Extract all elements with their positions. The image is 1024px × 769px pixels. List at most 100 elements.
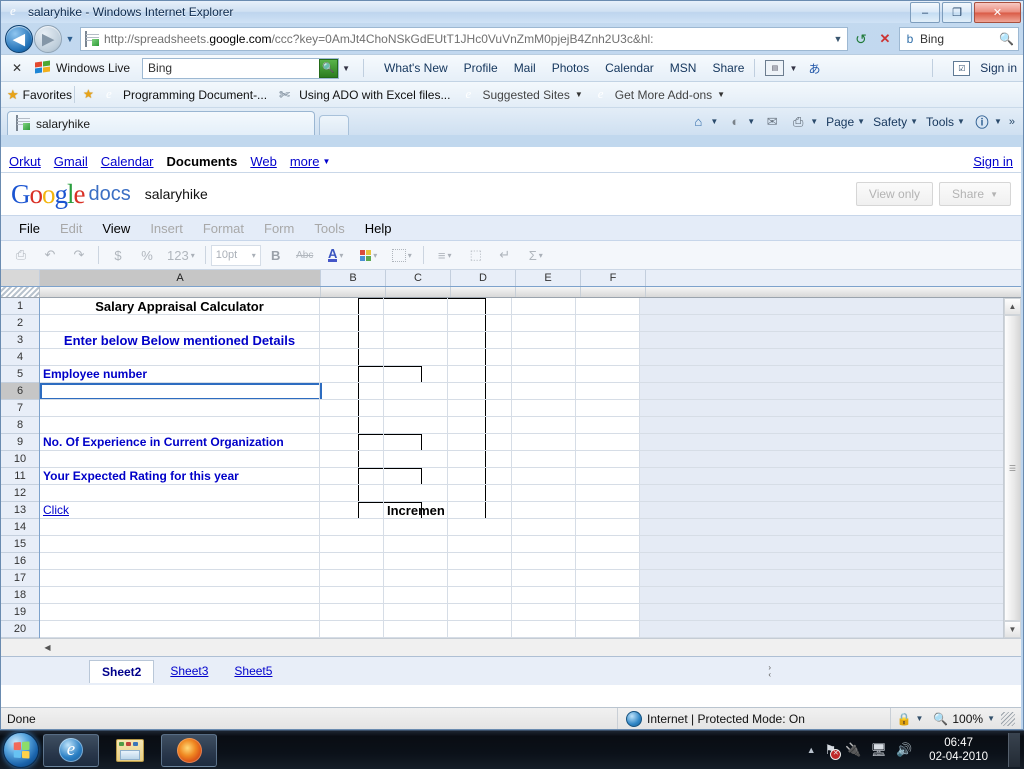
- search-icon[interactable]: 🔍: [999, 32, 1018, 46]
- currency-format-icon[interactable]: $: [104, 244, 132, 266]
- grid-cell-D17[interactable]: [448, 570, 512, 587]
- menu-help[interactable]: Help: [355, 221, 402, 236]
- grid-cell-E3[interactable]: [512, 332, 576, 349]
- forward-button[interactable]: ▶: [34, 25, 62, 53]
- close-button[interactable]: ✕: [974, 2, 1021, 23]
- zoom-control[interactable]: 🔒 ▼ 🔍 100% ▼: [889, 708, 1021, 729]
- font-size-selector[interactable]: 10pt ▾: [210, 244, 261, 266]
- grid-cell-B2[interactable]: [320, 315, 384, 332]
- grid-cell-D6[interactable]: [448, 383, 512, 400]
- grid-cell-B1[interactable]: [320, 298, 384, 315]
- live-link-calendar[interactable]: Calendar: [605, 61, 654, 75]
- chevron-down-icon[interactable]: ▼: [957, 117, 965, 126]
- column-header-b[interactable]: B: [321, 270, 386, 286]
- grid-cell-E12[interactable]: [512, 485, 576, 502]
- grid-cell-D3[interactable]: [448, 332, 512, 349]
- grid-cell-A3[interactable]: Enter below Below mentioned Details: [40, 332, 320, 349]
- grid-cell-D7[interactable]: [448, 400, 512, 417]
- chevron-down-icon[interactable]: ▼: [910, 117, 918, 126]
- grid-cell-B20[interactable]: [320, 621, 384, 638]
- grid-cell-C15[interactable]: [384, 536, 448, 553]
- grid-cell-E6[interactable]: [512, 383, 576, 400]
- page-menu-button[interactable]: Page ▼: [823, 111, 868, 133]
- resize-handle-e[interactable]: [516, 287, 581, 297]
- grid-cell-A6[interactable]: [40, 383, 320, 400]
- grid-cell-F15[interactable]: [576, 536, 640, 553]
- grid-cell-A1[interactable]: Salary Appraisal Calculator: [40, 298, 320, 315]
- grid-cell-D5[interactable]: [448, 366, 512, 383]
- grid-cell-C8[interactable]: [384, 417, 448, 434]
- live-signin-link[interactable]: Sign in: [980, 61, 1017, 75]
- chevron-down-icon[interactable]: ▼: [857, 117, 865, 126]
- live-link-whats-new[interactable]: What's New: [384, 61, 448, 75]
- grid-cell-D18[interactable]: [448, 587, 512, 604]
- grid-cell-B13[interactable]: [320, 502, 384, 519]
- grid-cell-E9[interactable]: [512, 434, 576, 451]
- chevron-down-icon[interactable]: ▼: [810, 117, 818, 126]
- grid-cell-B17[interactable]: [320, 570, 384, 587]
- share-button[interactable]: Share ▼: [939, 182, 1011, 206]
- menu-insert[interactable]: Insert: [140, 221, 193, 236]
- chevron-down-icon[interactable]: ▼: [322, 157, 330, 166]
- text-color-button[interactable]: A ▾: [320, 244, 352, 266]
- chevron-down-icon[interactable]: ▼: [575, 90, 583, 99]
- favorites-star-icon[interactable]: ★: [7, 87, 19, 103]
- display-icon[interactable]: 🖥: [870, 742, 887, 758]
- grid-cell-B5[interactable]: [320, 366, 384, 383]
- bold-icon[interactable]: B: [262, 244, 290, 266]
- refresh-icon[interactable]: ↺: [850, 28, 872, 50]
- grid-cell-C11[interactable]: [384, 468, 448, 485]
- grid-cell-E7[interactable]: [512, 400, 576, 417]
- grid-cell-A5[interactable]: Employee number: [40, 366, 320, 383]
- grid-cell-C18[interactable]: [384, 587, 448, 604]
- start-button[interactable]: [3, 732, 39, 768]
- grid-cell-F19[interactable]: [576, 604, 640, 621]
- grid-cell-D15[interactable]: [448, 536, 512, 553]
- grid-cell-C12[interactable]: [384, 485, 448, 502]
- grid-cell-A8[interactable]: [40, 417, 320, 434]
- grid-cell-E13[interactable]: [512, 502, 576, 519]
- grid-cell-A18[interactable]: [40, 587, 320, 604]
- grid-cell-F5[interactable]: [576, 366, 640, 383]
- grid-cell-B6[interactable]: [320, 383, 384, 400]
- grid-cell-A2[interactable]: [40, 315, 320, 332]
- grid-cell-C20[interactable]: [384, 621, 448, 638]
- show-hidden-icons-icon[interactable]: ▲: [807, 745, 816, 755]
- row-header[interactable]: 14: [1, 519, 39, 536]
- row-header[interactable]: 1: [1, 298, 39, 315]
- maximize-button[interactable]: ❐: [942, 2, 972, 23]
- sheet-nav-down-icon[interactable]: ‹: [768, 671, 771, 679]
- row-header[interactable]: 20: [1, 621, 39, 638]
- live-mail-icon[interactable]: ☑: [953, 60, 971, 76]
- new-tab-button[interactable]: [319, 115, 349, 135]
- history-dropdown-icon[interactable]: ▼: [63, 34, 77, 44]
- nav-signin-link[interactable]: Sign in: [973, 154, 1013, 169]
- chevron-down-icon[interactable]: ▼: [717, 90, 725, 99]
- grid-cell-C2[interactable]: [384, 315, 448, 332]
- grid-cell-E16[interactable]: [512, 553, 576, 570]
- grid-cell-E15[interactable]: [512, 536, 576, 553]
- grid-cell-C16[interactable]: [384, 553, 448, 570]
- grid-cell-F3[interactable]: [576, 332, 640, 349]
- redo-icon[interactable]: ↷: [65, 244, 93, 266]
- grid-cell-F20[interactable]: [576, 621, 640, 638]
- grid-cell-C7[interactable]: [384, 400, 448, 417]
- merge-cells-icon[interactable]: ⬚: [462, 244, 490, 266]
- resize-handle-d[interactable]: [451, 287, 516, 297]
- back-button[interactable]: ◀: [5, 25, 33, 53]
- menu-format[interactable]: Format: [193, 221, 254, 236]
- vertical-scroll-thumb[interactable]: ☰: [1004, 315, 1021, 621]
- scroll-up-button[interactable]: ▲: [1004, 298, 1021, 315]
- taskbar-button-internet-explorer[interactable]: e: [43, 733, 99, 767]
- nav-link-calendar[interactable]: Calendar: [101, 154, 154, 169]
- chevron-down-icon[interactable]: ▼: [987, 714, 995, 723]
- row-header[interactable]: 7: [1, 400, 39, 417]
- grid-cell-B11[interactable]: [320, 468, 384, 485]
- grid-cell-C17[interactable]: [384, 570, 448, 587]
- strikethrough-icon[interactable]: Abc: [291, 244, 319, 266]
- grid-cell-A16[interactable]: [40, 553, 320, 570]
- grid-cell-E20[interactable]: [512, 621, 576, 638]
- grid-cell-F18[interactable]: [576, 587, 640, 604]
- grid-cell-A17[interactable]: [40, 570, 320, 587]
- number-format-button[interactable]: 123 ▾: [162, 244, 200, 266]
